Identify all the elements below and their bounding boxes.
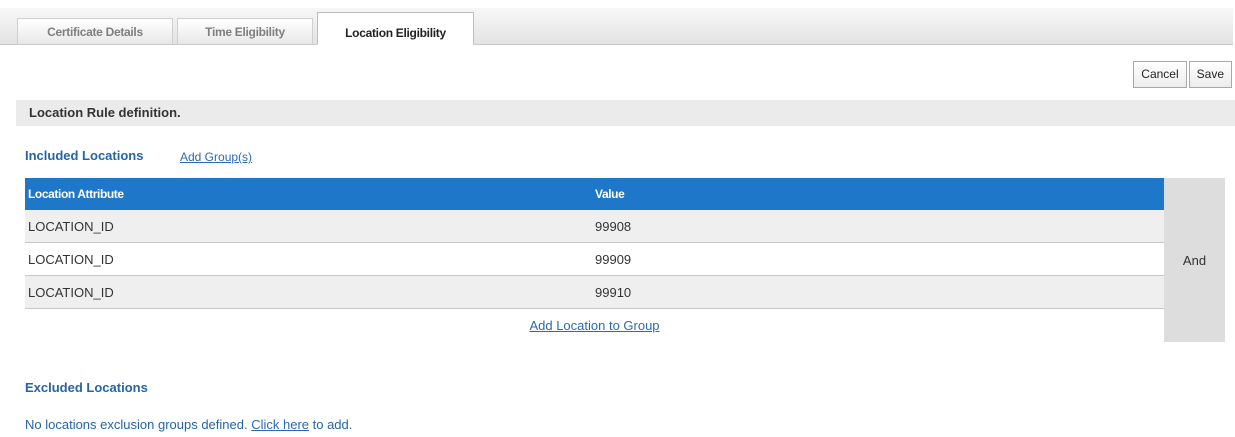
form-actions: Cancel Save — [1133, 61, 1232, 88]
excluded-locations-title: Excluded Locations — [25, 380, 148, 395]
location-value-cell: 99910 — [592, 275, 1164, 309]
tab-certificate-details[interactable]: Certificate Details — [17, 18, 173, 44]
location-value-cell: 99908 — [592, 210, 1164, 243]
included-locations-table: Location Attribute Value LOCATION_ID 999… — [25, 178, 1164, 309]
no-exclusion-text-suffix: to add. — [309, 417, 353, 432]
tab-location-eligibility[interactable]: Location Eligibility — [317, 12, 474, 45]
table-row: LOCATION_ID 99910 — [25, 275, 1164, 309]
location-attribute-cell: LOCATION_ID — [25, 210, 592, 243]
save-button[interactable]: Save — [1188, 61, 1232, 88]
table-row: LOCATION_ID 99908 — [25, 210, 1164, 243]
column-header-value: Value — [592, 178, 1164, 210]
group-operator-label: And — [1182, 252, 1207, 268]
tab-time-eligibility[interactable]: Time Eligibility — [177, 18, 313, 44]
column-header-location-attribute: Location Attribute — [25, 178, 592, 210]
location-attribute-cell: LOCATION_ID — [25, 242, 592, 276]
location-attribute-cell: LOCATION_ID — [25, 275, 592, 309]
add-location-to-group-link[interactable]: Add Location to Group — [529, 318, 659, 333]
section-title: Location Rule definition. — [16, 100, 1235, 126]
no-exclusion-message: No locations exclusion groups defined. C… — [25, 417, 352, 432]
included-locations-title: Included Locations — [25, 148, 144, 163]
add-location-row: Add Location to Group — [25, 318, 1164, 333]
add-group-link[interactable]: Add Group(s) — [180, 150, 252, 164]
click-here-link[interactable]: Click here — [251, 417, 309, 432]
location-eligibility-page: Certificate Details Time Eligibility Loc… — [0, 0, 1235, 437]
group-operator-and: And — [1164, 178, 1225, 342]
location-value-cell: 99909 — [592, 242, 1164, 276]
cancel-button[interactable]: Cancel — [1133, 61, 1187, 88]
table-header-row: Location Attribute Value — [25, 178, 1164, 210]
table-row: LOCATION_ID 99909 — [25, 242, 1164, 276]
tab-bar: Certificate Details Time Eligibility Loc… — [0, 0, 1235, 46]
no-exclusion-text: No locations exclusion groups defined. — [25, 417, 252, 432]
